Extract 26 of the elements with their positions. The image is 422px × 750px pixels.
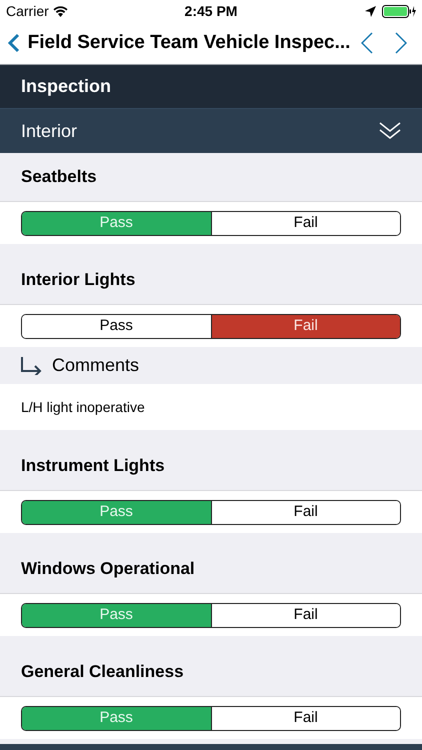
screen-title: Field Service Team Vehicle Inspec...: [28, 30, 350, 55]
wifi-icon: [52, 6, 68, 16]
chevron-right-icon: [395, 32, 408, 54]
section-title: Inspection: [21, 75, 112, 98]
chevron-left-icon: [361, 32, 374, 54]
return-arrow-icon: [20, 356, 42, 374]
time-label: 2:45 PM: [184, 2, 238, 20]
segment-option[interactable]: Fail: [210, 604, 400, 626]
segment-option[interactable]: Fail: [210, 500, 400, 524]
item-title: Instrument Lights: [21, 455, 165, 478]
item-title: Seatbelts: [21, 166, 97, 188]
item-title: General Cleanliness: [21, 661, 184, 684]
item-title: Interior Lights: [21, 269, 136, 292]
comment-text[interactable]: L/H light inoperative: [0, 384, 422, 430]
segment-option[interactable]: Fail: [210, 706, 400, 730]
carrier-label: Carrier: [6, 2, 49, 20]
double-chevron-down-icon: [379, 122, 401, 140]
item-title: Windows Operational: [21, 558, 195, 580]
segment-option[interactable]: Fail: [210, 314, 400, 338]
battery-icon: [382, 4, 416, 18]
comments-label: Comments: [52, 354, 140, 377]
group-header[interactable]: Interior: [0, 108, 422, 153]
back-chevron-icon: [8, 33, 20, 53]
group-title: Interior: [21, 120, 78, 142]
segment-option[interactable]: Fail: [210, 212, 400, 234]
location-arrow-icon: [365, 6, 376, 16]
